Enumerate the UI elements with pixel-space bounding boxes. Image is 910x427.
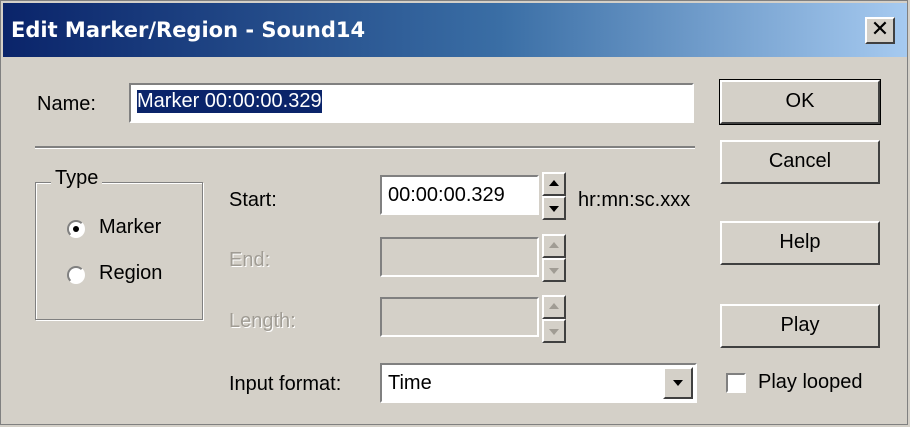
play-button[interactable]: Play: [720, 304, 880, 348]
spin-down-arrow-icon: [549, 206, 559, 212]
end-input[interactable]: [380, 237, 539, 277]
spin-up-arrow-icon: [549, 180, 559, 186]
close-icon: ✕: [870, 17, 890, 42]
spin-up-arrow-icon: [549, 303, 559, 309]
radio-marker[interactable]: [67, 220, 85, 238]
radio-marker-label[interactable]: Marker: [99, 216, 161, 239]
type-group-legend: Type: [51, 167, 103, 190]
chevron-down-icon: [673, 380, 683, 386]
start-label: Start:: [229, 189, 277, 211]
close-button[interactable]: ✕: [865, 17, 895, 44]
radio-region[interactable]: [67, 266, 85, 284]
time-format-hint: hr:mn:sc.xxx: [578, 189, 691, 211]
ok-button[interactable]: OK: [719, 79, 881, 125]
end-spinner[interactable]: [542, 234, 566, 282]
input-format-select[interactable]: Time: [380, 363, 697, 403]
cancel-button[interactable]: Cancel: [720, 140, 880, 184]
separator: [35, 146, 695, 149]
end-spin-down[interactable]: [542, 258, 566, 282]
spin-down-arrow-icon: [549, 268, 559, 274]
start-input-value: 00:00:00.329: [388, 184, 505, 206]
start-spin-down[interactable]: [542, 196, 566, 220]
spin-down-arrow-icon: [549, 329, 559, 335]
end-spin-up[interactable]: [542, 234, 566, 258]
help-button[interactable]: Help: [720, 221, 880, 265]
play-looped-label[interactable]: Play looped: [758, 371, 863, 394]
start-input[interactable]: 00:00:00.329: [380, 175, 539, 215]
title-bar[interactable]: Edit Marker/Region - Sound14 ✕: [3, 3, 907, 57]
start-spin-up[interactable]: [542, 172, 566, 196]
input-format-dropdown-button[interactable]: [663, 367, 693, 399]
name-label: Name:: [37, 93, 96, 115]
length-label: Length:: [229, 310, 296, 332]
length-spinner[interactable]: [542, 295, 566, 343]
start-spinner[interactable]: [542, 172, 566, 220]
name-input[interactable]: Marker 00:00:00.329: [129, 83, 694, 123]
play-looped-checkbox[interactable]: [726, 373, 746, 393]
spin-up-arrow-icon: [549, 242, 559, 248]
input-format-value: Time: [388, 372, 432, 394]
length-spin-down[interactable]: [542, 319, 566, 343]
radio-selected-dot: [73, 226, 79, 232]
input-format-label: Input format:: [229, 373, 342, 395]
length-input[interactable]: [380, 297, 539, 337]
end-label: End:: [229, 249, 271, 271]
name-input-value: Marker 00:00:00.329: [137, 90, 322, 113]
length-spin-up[interactable]: [542, 295, 566, 319]
type-groupbox: [35, 182, 203, 320]
edit-marker-region-dialog: Edit Marker/Region - Sound14 ✕ Name: Mar…: [0, 0, 908, 425]
dialog-title: Edit Marker/Region - Sound14: [11, 18, 366, 42]
radio-region-label[interactable]: Region: [99, 262, 162, 285]
